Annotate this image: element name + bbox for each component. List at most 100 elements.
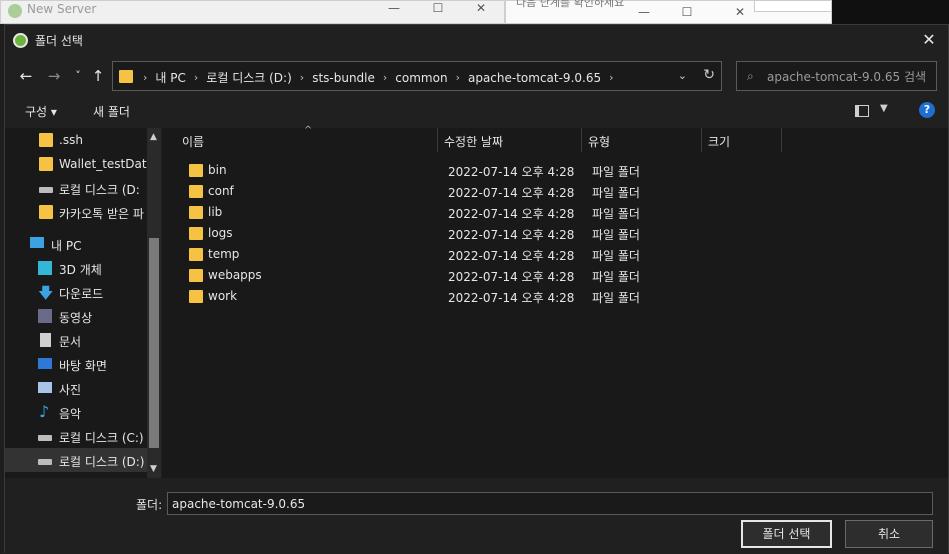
folder-select-dialog: 폴더 선택 ✕ ← → ˅ ↑ › 내 PC › 로컬 디스크 (D:) › s…: [4, 24, 949, 554]
desktop-icon: [38, 358, 52, 369]
up-button[interactable]: ↑: [87, 65, 109, 87]
folder-icon: [189, 164, 203, 177]
chevron-right-icon[interactable]: ›: [379, 71, 391, 84]
table-row[interactable]: bin 2022-07-14 오후 4:28 파일 폴더: [162, 160, 782, 181]
column-name[interactable]: 이름: [176, 128, 438, 152]
command-toolbar: 구성 ▾ 새 폴더 ▼ ?: [5, 97, 948, 127]
table-row[interactable]: temp 2022-07-14 오후 4:28 파일 폴더: [162, 244, 782, 265]
close-button[interactable]: ✕: [918, 29, 940, 51]
file-list: ^ 이름 수정한 날짜 유형 크기 bin 2022-07-14 오후 4:28…: [162, 125, 948, 478]
background-dark-area: [832, 0, 949, 24]
view-options-icon[interactable]: [855, 105, 869, 117]
sidebar-item-3d-objects[interactable]: 3D 개체: [5, 256, 147, 280]
scrollbar-thumb[interactable]: [149, 238, 159, 448]
chevron-right-icon[interactable]: ›: [139, 71, 151, 84]
file-type: 파일 폴더: [592, 165, 640, 179]
sidebar-item-downloads[interactable]: 🡇 다운로드: [5, 280, 147, 304]
column-type[interactable]: 유형: [582, 128, 702, 152]
file-name: conf: [208, 184, 234, 198]
file-name: webapps: [208, 268, 262, 282]
spring-app-icon: [13, 33, 28, 48]
folder-field[interactable]: [167, 492, 933, 515]
cancel-button[interactable]: 취소: [845, 520, 933, 548]
close-icon: ✕: [475, 1, 487, 15]
folder-icon: [189, 227, 203, 240]
sidebar-item-label: 다운로드: [59, 287, 104, 301]
sidebar-item-label: 카카오톡 받은 파: [59, 207, 144, 221]
forward-button[interactable]: →: [43, 65, 65, 87]
dialog-titlebar: 폴더 선택 ✕: [5, 25, 948, 55]
dialog-footer: 폴더: 폴더 선택 취소: [5, 478, 948, 554]
file-date: 2022-07-14 오후 4:28: [448, 165, 575, 179]
refresh-icon[interactable]: ↻: [703, 67, 715, 83]
sidebar-item-pictures[interactable]: 사진: [5, 376, 147, 400]
sidebar-item-local-disk-d[interactable]: 로컬 디스크 (D:): [5, 448, 147, 472]
sidebar-item-label: 문서: [59, 335, 82, 349]
table-row[interactable]: logs 2022-07-14 오후 4:28 파일 폴더: [162, 223, 782, 244]
sidebar-item-local-disk-d-quick[interactable]: 로컬 디스크 (D:: [5, 176, 147, 200]
folder-icon: [189, 269, 203, 282]
file-name: lib: [208, 205, 223, 219]
chevron-down-icon[interactable]: ▼: [150, 464, 157, 474]
breadcrumb-item[interactable]: apache-tomcat-9.0.65: [464, 71, 605, 85]
file-date: 2022-07-14 오후 4:28: [448, 228, 575, 242]
file-type: 파일 폴더: [592, 186, 640, 200]
pc-icon: [30, 237, 44, 248]
back-button[interactable]: ←: [15, 65, 37, 87]
sidebar-item-kakaotalk[interactable]: 카카오톡 받은 파: [5, 200, 147, 224]
search-input[interactable]: [767, 68, 937, 86]
chevron-right-icon[interactable]: ›: [452, 71, 464, 84]
chevron-right-icon[interactable]: ›: [296, 71, 308, 84]
sidebar-item-label: 로컬 디스크 (C:): [59, 431, 144, 445]
column-size[interactable]: 크기: [702, 128, 782, 152]
maximize-icon: ☐: [681, 5, 693, 19]
video-icon: [38, 309, 52, 323]
sidebar-item-label: 3D 개체: [59, 263, 102, 277]
folder-icon: [39, 133, 53, 147]
sidebar-item-label: 동영상: [59, 311, 93, 325]
folder-icon: [189, 290, 203, 303]
sidebar-item-videos[interactable]: 동영상: [5, 304, 147, 328]
background-window-text: 다음 단계를 확인하세요: [516, 0, 625, 9]
help-icon[interactable]: ?: [919, 102, 935, 118]
chevron-down-icon[interactable]: ▼: [880, 103, 888, 114]
column-header: ^ 이름 수정한 날짜 유형 크기: [162, 125, 948, 152]
sidebar-item-this-pc[interactable]: 내 PC: [5, 232, 147, 256]
sidebar-item-wallet[interactable]: Wallet_testDataE: [5, 152, 161, 176]
column-date-modified[interactable]: 수정한 날짜: [438, 128, 582, 152]
music-icon: ♪: [39, 402, 50, 421]
file-date: 2022-07-14 오후 4:28: [448, 249, 575, 263]
organize-button[interactable]: 구성 ▾: [25, 103, 57, 120]
new-folder-button[interactable]: 새 폴더: [93, 103, 130, 120]
sidebar-scrollbar[interactable]: ▲ ▼: [147, 128, 161, 478]
sidebar-item-ssh[interactable]: .ssh: [5, 128, 147, 152]
chevron-up-icon[interactable]: ▲: [150, 132, 157, 142]
select-folder-button[interactable]: 폴더 선택: [741, 520, 832, 548]
table-row[interactable]: webapps 2022-07-14 오후 4:28 파일 폴더: [162, 265, 782, 286]
background-window-3: [754, 0, 832, 12]
file-name: logs: [208, 226, 233, 240]
dialog-title: 폴더 선택: [35, 34, 83, 48]
sidebar-item-documents[interactable]: 문서: [5, 328, 147, 352]
sidebar-item-label: 로컬 디스크 (D:: [59, 183, 140, 197]
recent-locations-button[interactable]: ˅: [67, 65, 89, 87]
sidebar-item-music[interactable]: ♪ 음악: [5, 400, 147, 424]
table-row[interactable]: conf 2022-07-14 오후 4:28 파일 폴더: [162, 181, 782, 202]
drive-icon: [39, 187, 53, 193]
drive-icon: [38, 435, 52, 441]
folder-icon: [119, 70, 133, 83]
chevron-down-icon[interactable]: ⌄: [678, 69, 687, 82]
breadcrumb-item[interactable]: 로컬 디스크 (D:): [202, 69, 295, 86]
breadcrumb-item[interactable]: sts-bundle: [308, 71, 379, 85]
chevron-right-icon[interactable]: ›: [190, 71, 202, 84]
background-window-new-server: New Server — ☐ ✕: [0, 0, 505, 24]
table-row[interactable]: lib 2022-07-14 오후 4:28 파일 폴더: [162, 202, 782, 223]
sidebar-item-local-disk-c[interactable]: 로컬 디스크 (C:): [5, 424, 147, 448]
breadcrumb-item[interactable]: common: [391, 71, 451, 85]
sidebar-item-desktop[interactable]: 바탕 화면: [5, 352, 147, 376]
table-row[interactable]: work 2022-07-14 오후 4:28 파일 폴더: [162, 286, 782, 307]
address-bar[interactable]: › 내 PC › 로컬 디스크 (D:) › sts-bundle › comm…: [112, 61, 722, 91]
chevron-right-icon[interactable]: ›: [605, 71, 617, 84]
breadcrumb-item[interactable]: 내 PC: [151, 69, 189, 86]
search-box[interactable]: ⌕: [736, 61, 937, 91]
